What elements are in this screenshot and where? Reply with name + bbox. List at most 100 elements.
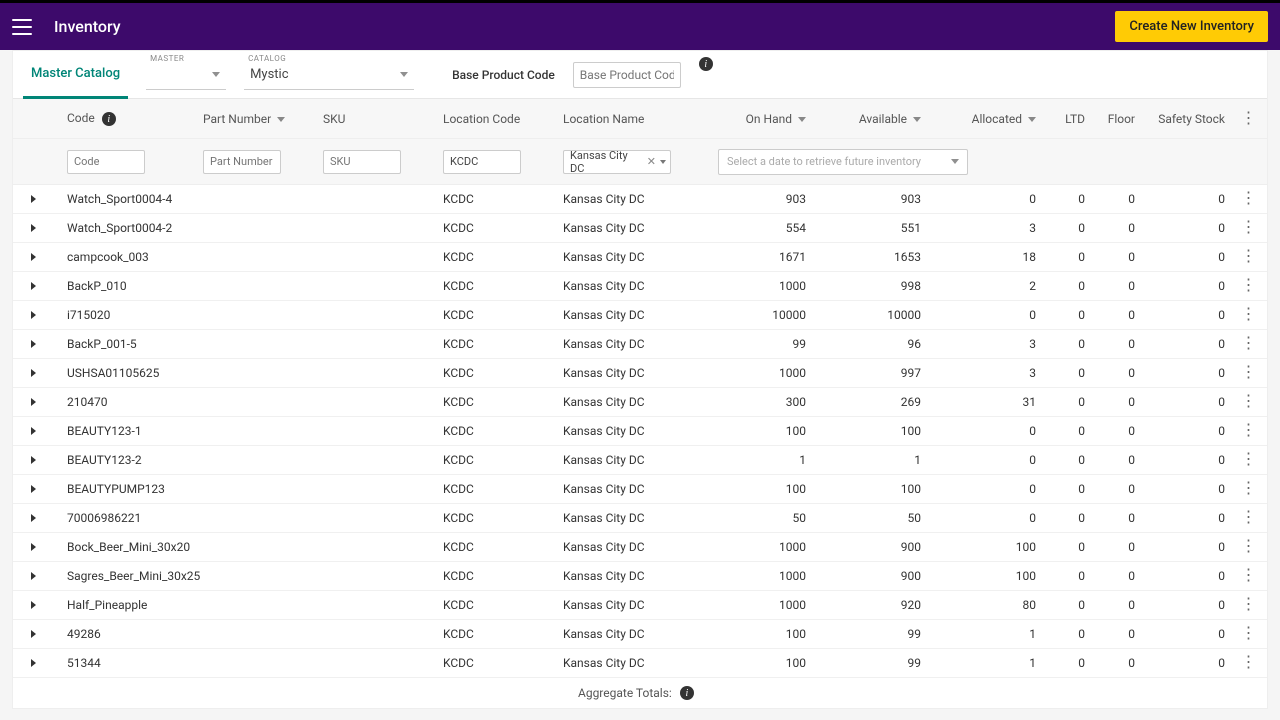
- chevron-down-icon: [913, 117, 921, 122]
- filter-sku-input[interactable]: [323, 150, 401, 174]
- clear-icon[interactable]: ✕: [647, 155, 656, 168]
- cell-onhand: 100: [718, 656, 818, 670]
- expand-icon[interactable]: [31, 630, 36, 638]
- kebab-icon[interactable]: [1241, 370, 1256, 375]
- cell-onhand: 1: [718, 453, 818, 467]
- cell-onhand: 554: [718, 221, 818, 235]
- master-label: MASTER: [150, 54, 184, 63]
- expand-icon[interactable]: [31, 253, 36, 261]
- info-icon[interactable]: i: [102, 112, 116, 126]
- kebab-icon[interactable]: [1241, 660, 1256, 665]
- menu-icon[interactable]: [12, 19, 32, 35]
- cell-code: BackP_010: [53, 279, 203, 293]
- cell-safety: 0: [1143, 250, 1233, 264]
- expand-icon[interactable]: [31, 601, 36, 609]
- filter-code-input[interactable]: [67, 150, 145, 174]
- expand-icon[interactable]: [31, 456, 36, 464]
- col-location-code[interactable]: Location Code: [443, 112, 563, 126]
- col-allocated[interactable]: Allocated: [933, 112, 1048, 126]
- cell-onhand: 1000: [718, 598, 818, 612]
- info-icon[interactable]: i: [699, 57, 713, 71]
- table-row: 70006986221KCDCKansas City DC50500000: [13, 504, 1267, 533]
- cell-ltd: 0: [1048, 366, 1093, 380]
- kebab-icon[interactable]: [1241, 573, 1256, 578]
- chevron-down-icon: [798, 117, 806, 122]
- kebab-icon[interactable]: [1241, 428, 1256, 433]
- future-inventory-date-select[interactable]: Select a date to retrieve future invento…: [718, 149, 968, 175]
- cell-locname: Kansas City DC: [563, 337, 718, 351]
- col-ltd[interactable]: LTD: [1048, 112, 1093, 126]
- kebab-icon[interactable]: [1241, 515, 1256, 520]
- kebab-icon[interactable]: [1241, 544, 1256, 549]
- expand-icon[interactable]: [31, 543, 36, 551]
- col-location-name[interactable]: Location Name: [563, 112, 718, 126]
- tab-master-catalog[interactable]: Master Catalog: [23, 51, 128, 99]
- cell-loccode: KCDC: [443, 395, 563, 409]
- expand-icon[interactable]: [31, 224, 36, 232]
- master-select[interactable]: MASTER: [146, 60, 226, 90]
- info-icon[interactable]: i: [680, 686, 694, 700]
- cell-loccode: KCDC: [443, 511, 563, 525]
- table-row: BEAUTYPUMP123KCDCKansas City DC100100000…: [13, 475, 1267, 504]
- cell-loccode: KCDC: [443, 453, 563, 467]
- expand-icon[interactable]: [31, 485, 36, 493]
- base-product-code-input[interactable]: [573, 62, 681, 88]
- cell-code: Watch_Sport0004-4: [53, 192, 203, 206]
- col-part-label: Part Number: [203, 112, 271, 126]
- cell-allocated: 0: [933, 453, 1048, 467]
- table-row: i715020KCDCKansas City DC10000100000000: [13, 301, 1267, 330]
- cell-safety: 0: [1143, 627, 1233, 641]
- cell-floor: 0: [1093, 308, 1143, 322]
- expand-icon[interactable]: [31, 514, 36, 522]
- kebab-icon[interactable]: [1241, 631, 1256, 636]
- kebab-icon[interactable]: [1241, 312, 1256, 317]
- cell-allocated: 2: [933, 279, 1048, 293]
- expand-icon[interactable]: [31, 340, 36, 348]
- kebab-icon[interactable]: [1241, 602, 1256, 607]
- col-sku[interactable]: SKU: [323, 112, 443, 126]
- kebab-icon[interactable]: [1241, 486, 1256, 491]
- cell-floor: 0: [1093, 250, 1143, 264]
- col-on-hand[interactable]: On Hand: [718, 112, 818, 126]
- chevron-down-icon: [1028, 117, 1036, 122]
- cell-code: 70006986221: [53, 511, 203, 525]
- col-safety-stock[interactable]: Safety Stock: [1143, 112, 1233, 126]
- cell-available: 920: [818, 598, 933, 612]
- expand-icon[interactable]: [31, 195, 36, 203]
- kebab-icon[interactable]: [1241, 225, 1256, 230]
- cell-code: campcook_003: [53, 250, 203, 264]
- kebab-icon[interactable]: [1241, 116, 1256, 121]
- cell-floor: 0: [1093, 395, 1143, 409]
- expand-icon[interactable]: [31, 572, 36, 580]
- col-part-number[interactable]: Part Number: [203, 112, 323, 126]
- kebab-icon[interactable]: [1241, 196, 1256, 201]
- cell-floor: 0: [1093, 656, 1143, 670]
- col-floor[interactable]: Floor: [1093, 112, 1143, 126]
- kebab-icon[interactable]: [1241, 457, 1256, 462]
- filter-part-input[interactable]: [203, 150, 281, 174]
- kebab-icon[interactable]: [1241, 254, 1256, 259]
- expand-icon[interactable]: [31, 282, 36, 290]
- cell-safety: 0: [1143, 540, 1233, 554]
- expand-icon[interactable]: [31, 369, 36, 377]
- expand-icon[interactable]: [31, 398, 36, 406]
- col-available[interactable]: Available: [818, 112, 933, 126]
- cell-allocated: 0: [933, 482, 1048, 496]
- create-new-inventory-button[interactable]: Create New Inventory: [1115, 11, 1268, 42]
- col-code[interactable]: Code i: [53, 111, 203, 127]
- kebab-icon[interactable]: [1241, 283, 1256, 288]
- col-sku-label: SKU: [323, 112, 345, 126]
- filter-loccode-input[interactable]: [443, 150, 521, 174]
- filter-locname-input[interactable]: Kansas City DC ✕: [563, 150, 671, 174]
- kebab-icon[interactable]: [1241, 341, 1256, 346]
- catalog-select[interactable]: CATALOG Mystic: [244, 60, 414, 90]
- cell-ltd: 0: [1048, 598, 1093, 612]
- table-row: Watch_Sport0004-4KCDCKansas City DC90390…: [13, 185, 1267, 214]
- expand-icon[interactable]: [31, 311, 36, 319]
- kebab-icon[interactable]: [1241, 399, 1256, 404]
- expand-icon[interactable]: [31, 427, 36, 435]
- cell-code: BEAUTY123-1: [53, 424, 203, 438]
- expand-icon[interactable]: [31, 659, 36, 667]
- cell-floor: 0: [1093, 627, 1143, 641]
- cell-code: i715020: [53, 308, 203, 322]
